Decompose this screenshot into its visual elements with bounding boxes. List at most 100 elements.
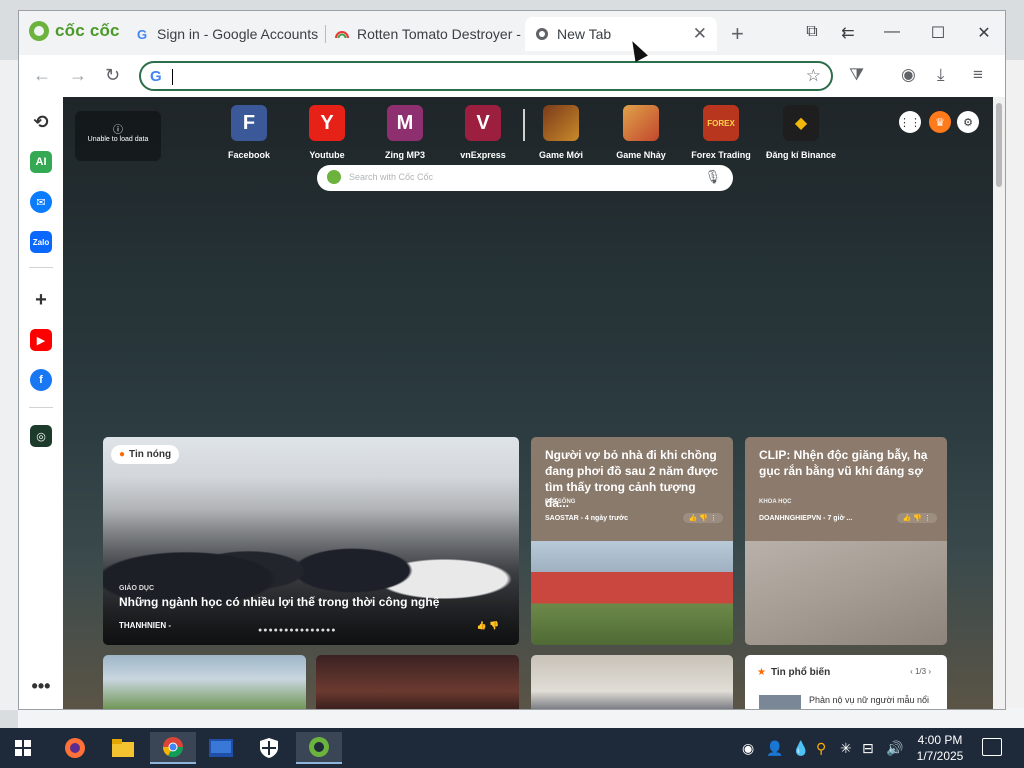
vnexpress-tile-icon: V bbox=[465, 105, 501, 141]
news-image bbox=[531, 541, 733, 645]
people-tray-icon[interactable]: 👤 bbox=[766, 740, 783, 757]
settings-sliders-icon[interactable]: ⚙ bbox=[957, 111, 979, 133]
messenger-icon[interactable]: ✉ bbox=[30, 191, 52, 213]
reload-button[interactable]: ↻ bbox=[105, 65, 120, 86]
news-card[interactable]: Người vợ bỏ nhà đi khi chồng đang phơi đ… bbox=[531, 437, 733, 645]
unable-to-load-text: Unable to load data bbox=[87, 136, 149, 143]
maximize-button[interactable]: ☐ bbox=[927, 23, 949, 43]
start-button[interactable] bbox=[0, 732, 46, 764]
vote-icons[interactable]: 👍 👎 bbox=[477, 621, 499, 630]
close-tab-icon[interactable]: ✕ bbox=[693, 24, 707, 44]
history-icon[interactable]: ⟲ bbox=[30, 111, 52, 133]
fire-icon: ★ bbox=[757, 667, 766, 678]
speed-dial-game-moi[interactable]: Game Mới bbox=[525, 105, 597, 160]
close-window-button[interactable]: ✕ bbox=[973, 23, 995, 43]
pager-count: 1/3 bbox=[914, 667, 927, 676]
popular-news-panel: ★ Tin phổ biến ‹ 1/3 › Phản nộ vụ nữ ngườ… bbox=[745, 655, 947, 709]
add-icon[interactable]: + bbox=[30, 289, 52, 311]
forward-button[interactable]: → bbox=[69, 65, 87, 86]
news-thumbnail-shop[interactable] bbox=[316, 655, 519, 709]
speed-dial-label: Game Nhảy bbox=[616, 150, 666, 160]
speed-dial-facebook[interactable]: F Facebook bbox=[213, 105, 285, 160]
volume-icon[interactable]: 🔊 bbox=[886, 740, 903, 757]
news-title[interactable]: Những ngành học có nhiều lợi thế trong t… bbox=[119, 595, 439, 609]
speed-dial-vnexpress[interactable]: V vnExpress bbox=[447, 105, 519, 160]
clock-date: 1/7/2025 bbox=[916, 749, 964, 763]
microphone-icon[interactable]: 🎙 bbox=[704, 169, 721, 185]
new-tab-button[interactable]: + bbox=[731, 21, 744, 47]
speed-dial-game-nhay[interactable]: Game Nhảy bbox=[605, 105, 677, 160]
news-actions[interactable]: 👍 👎 ⋮ bbox=[682, 513, 723, 523]
coccoc-taskbar-icon[interactable] bbox=[296, 732, 342, 764]
popular-pager[interactable]: ‹ 1/3 › bbox=[910, 667, 931, 676]
speed-dial-forex[interactable]: FOREX Forex Trading bbox=[685, 105, 757, 160]
profile-icon[interactable]: ◉ bbox=[901, 65, 916, 85]
tab-new-tab[interactable]: New Tab ✕ bbox=[525, 17, 717, 51]
weather-widget[interactable]: ⓘ Unable to load data bbox=[75, 111, 161, 161]
tab-rotten-tomato[interactable]: Rotten Tomato Destroyer - bbox=[335, 17, 525, 51]
news-card[interactable]: CLIP: Nhện độc giăng bẫy, hạ gục rắn bằn… bbox=[745, 437, 947, 645]
hot-news-label: Tin nóng bbox=[129, 449, 172, 460]
brand-name: cốc cốc bbox=[55, 21, 120, 40]
speed-dial-youtube[interactable]: Y Youtube bbox=[291, 105, 363, 160]
bookmark-star-icon[interactable]: ☆ bbox=[806, 66, 821, 86]
snowflake-tray-icon[interactable]: ✳ bbox=[840, 740, 852, 757]
coccoc-2024-icon[interactable]: ◎ bbox=[30, 425, 52, 447]
crown-icon[interactable]: ♛ bbox=[929, 111, 951, 133]
page-scrollbar[interactable] bbox=[993, 97, 1005, 709]
news-actions[interactable]: 👍 👎 ⋮ bbox=[896, 513, 937, 523]
screen-search-icon[interactable]: ⧉ bbox=[801, 23, 823, 41]
drop-tray-icon[interactable]: 💧 bbox=[792, 740, 809, 757]
coccoc-logo-icon bbox=[29, 21, 49, 41]
youtube-icon[interactable]: ▶ bbox=[30, 329, 52, 351]
forex-tile-icon: FOREX bbox=[703, 105, 739, 141]
tab-separator bbox=[325, 25, 326, 43]
news-thumbnail-stadium[interactable] bbox=[103, 655, 306, 709]
speed-dial-label: Đăng kí Binance bbox=[765, 150, 837, 160]
google-icon: G bbox=[136, 26, 148, 42]
search-tray-icon[interactable]: ⚲ bbox=[816, 740, 826, 757]
coccoc-search-logo-icon bbox=[327, 170, 341, 184]
facebook-icon[interactable]: f bbox=[30, 369, 52, 391]
sidebar: ⟲ AI ✉ Zalo + ▶ f ◎ ••• bbox=[19, 97, 63, 709]
hero-news-card[interactable]: ● Tin nóng GIÁO DỤC Những ngành học có nh… bbox=[103, 437, 519, 645]
download-icon[interactable]: ⤓ bbox=[937, 65, 945, 85]
zalo-icon[interactable]: Zalo bbox=[30, 231, 52, 253]
coccoc-search-box[interactable]: Search with Cốc Cốc 🎙 bbox=[317, 165, 733, 191]
network-icon[interactable]: ⊟ bbox=[862, 740, 874, 757]
search-placeholder: Search with Cốc Cốc bbox=[349, 172, 434, 182]
remote-desktop-icon[interactable] bbox=[198, 732, 244, 764]
popular-item-title[interactable]: Phản nộ vụ nữ người mẫu nổi bbox=[809, 695, 929, 705]
news-thumbnail-person[interactable] bbox=[531, 655, 733, 709]
more-icon[interactable]: ••• bbox=[30, 675, 52, 697]
tab-search-icon[interactable]: ⇇ bbox=[837, 23, 859, 43]
security-shield-icon[interactable] bbox=[246, 732, 292, 764]
news-title[interactable]: CLIP: Nhện độc giăng bẫy, hạ gục rắn bằn… bbox=[759, 447, 935, 479]
ai-icon[interactable]: AI bbox=[30, 151, 52, 173]
firefox-icon[interactable] bbox=[52, 732, 98, 764]
minimize-button[interactable]: — bbox=[881, 23, 903, 41]
tab-google-signin[interactable]: G Sign in - Google Accounts bbox=[135, 17, 325, 51]
file-explorer-icon[interactable] bbox=[100, 732, 146, 764]
coccoc-tab-icon bbox=[535, 27, 549, 41]
chrome-tray-icon[interactable]: ◉ bbox=[742, 740, 754, 757]
news-category: GIÁO DỤC bbox=[119, 585, 154, 592]
tab-title: Sign in - Google Accounts bbox=[157, 26, 319, 42]
scrollbar-thumb[interactable] bbox=[996, 103, 1002, 187]
menu-icon[interactable]: ≡ bbox=[973, 65, 983, 85]
carousel-dots[interactable]: ●●●●●●●●●●●●●●● bbox=[258, 627, 336, 634]
extensions-icon[interactable]: ⧩ bbox=[849, 65, 864, 85]
taskbar-clock[interactable]: 4:00 PM 1/7/2025 bbox=[910, 732, 970, 764]
back-button[interactable]: ← bbox=[33, 65, 51, 86]
news-source: SAOSTAR - 4 ngày trước bbox=[545, 515, 629, 522]
clock-time: 4:00 PM bbox=[917, 733, 963, 747]
youtube-tile-icon: Y bbox=[309, 105, 345, 141]
chrome-icon[interactable] bbox=[150, 732, 196, 764]
address-bar[interactable]: G ☆ bbox=[139, 61, 833, 91]
speed-dial-binance[interactable]: ◆ Đăng kí Binance bbox=[765, 105, 837, 160]
apps-grid-icon[interactable]: ⋮⋮ bbox=[899, 111, 921, 133]
taskbar: ◉ 👤 💧 ⚲ ✳ ⊟ 🔊 4:00 PM 1/7/2025 bbox=[0, 728, 1024, 768]
notification-center-icon[interactable] bbox=[982, 738, 1002, 756]
speed-dial-zing-mp3[interactable]: M Zing MP3 bbox=[369, 105, 441, 160]
coccoc-brand[interactable]: cốc cốc bbox=[29, 21, 120, 41]
